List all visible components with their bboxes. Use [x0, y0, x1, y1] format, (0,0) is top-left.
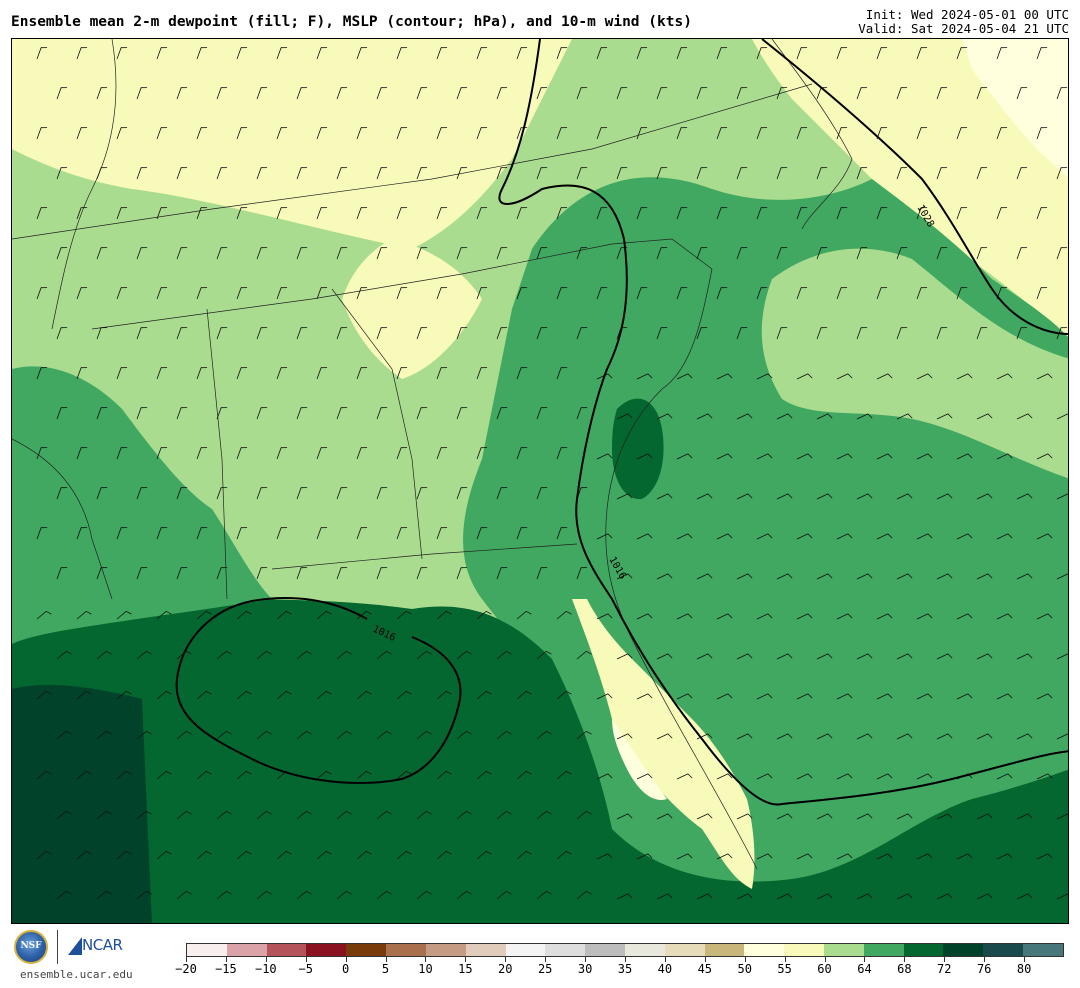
map-title: Ensemble mean 2-m dewpoint (fill; F), MS…	[11, 14, 692, 30]
map-panel: 1028 1016 1016	[11, 38, 1069, 924]
colorbar-tick-label: 68	[897, 962, 912, 976]
logo-divider	[57, 930, 58, 964]
colorbar-swatch	[346, 944, 387, 956]
colorbar-swatch	[704, 944, 745, 956]
colorbar-swatch	[624, 944, 665, 956]
colorbar-tick-label: −5	[298, 962, 313, 976]
init-time: Init: Wed 2024-05-01 00 UTC	[865, 7, 1069, 22]
colorbar-swatch	[824, 944, 864, 956]
colorbar-tick-label: 15	[458, 962, 473, 976]
colorbar-tick-label: 25	[537, 962, 553, 976]
colorbar-tick-label: 60	[817, 962, 832, 976]
colorbar-tick-label: 72	[937, 962, 952, 976]
colorbar-swatch	[465, 944, 506, 956]
time-info: Init: Wed 2024-05-01 00 UTC Valid: Sat 2…	[858, 8, 1069, 36]
colorbar-swatch	[425, 944, 466, 956]
colorbar-swatch	[266, 944, 307, 956]
ncar-logo-icon	[68, 937, 82, 955]
colorbar-swatch	[1023, 944, 1063, 956]
logo-block: NSF NCAR ensemble.ucar.edu	[14, 928, 164, 984]
colorbar-ticks: −20 −15 −10 −5 0 5 10 15 20 25 30 35 40 45 50 55 60 64 68 7…	[175, 957, 1064, 981]
colorbar-tick-label: 40	[657, 962, 673, 976]
colorbar-swatch	[226, 944, 267, 956]
fill-72-west-gulf	[12, 684, 152, 923]
site-url: ensemble.ucar.edu	[20, 968, 133, 981]
colorbar-tick-label: 20	[498, 962, 513, 976]
colorbar-swatch	[903, 944, 944, 956]
colorbar-tick-label: 64	[857, 962, 872, 976]
colorbar-swatch	[863, 944, 904, 956]
colorbar-swatch	[664, 944, 705, 956]
colorbar-swatch	[983, 944, 1024, 956]
colorbar-swatch	[306, 944, 347, 956]
nsf-logo-text: NSF	[20, 941, 42, 951]
colorbar-tick-label: −15	[215, 962, 237, 976]
colorbar-tick-label: 45	[697, 962, 713, 976]
nsf-logo-icon: NSF	[14, 930, 48, 964]
colorbar-tick-label: 35	[617, 962, 633, 976]
colorbar-swatch	[744, 944, 785, 956]
colorbar-tick-label: 10	[418, 962, 433, 976]
colorbar-tick-label: −10	[254, 962, 277, 976]
colorbar-tick-label: 30	[577, 962, 593, 976]
colorbar-tick-label: 50	[737, 962, 752, 976]
colorbar-swatch	[505, 944, 546, 956]
colorbar-swatch	[187, 944, 227, 956]
colorbar-swatch	[784, 944, 824, 956]
colorbar-tick-label: 76	[976, 962, 992, 976]
map-svg: 1028 1016 1016	[12, 39, 1068, 923]
colorbar-tick-label: −20	[175, 962, 197, 976]
colorbar-swatch	[545, 944, 586, 956]
colorbar-tick-label: 0	[342, 962, 350, 976]
colorbar-swatch	[585, 944, 625, 956]
colorbar	[186, 943, 1064, 957]
colorbar-tick-label: 55	[777, 962, 792, 976]
colorbar-tick-label: 80	[1016, 962, 1032, 976]
colorbar-swatch	[943, 944, 984, 956]
ncar-logo-text: NCAR	[82, 936, 123, 954]
colorbar-tick-label: 5	[381, 962, 390, 976]
valid-time: Valid: Sat 2024-05-04 21 UTC	[858, 21, 1069, 36]
colorbar-swatch	[386, 944, 426, 956]
